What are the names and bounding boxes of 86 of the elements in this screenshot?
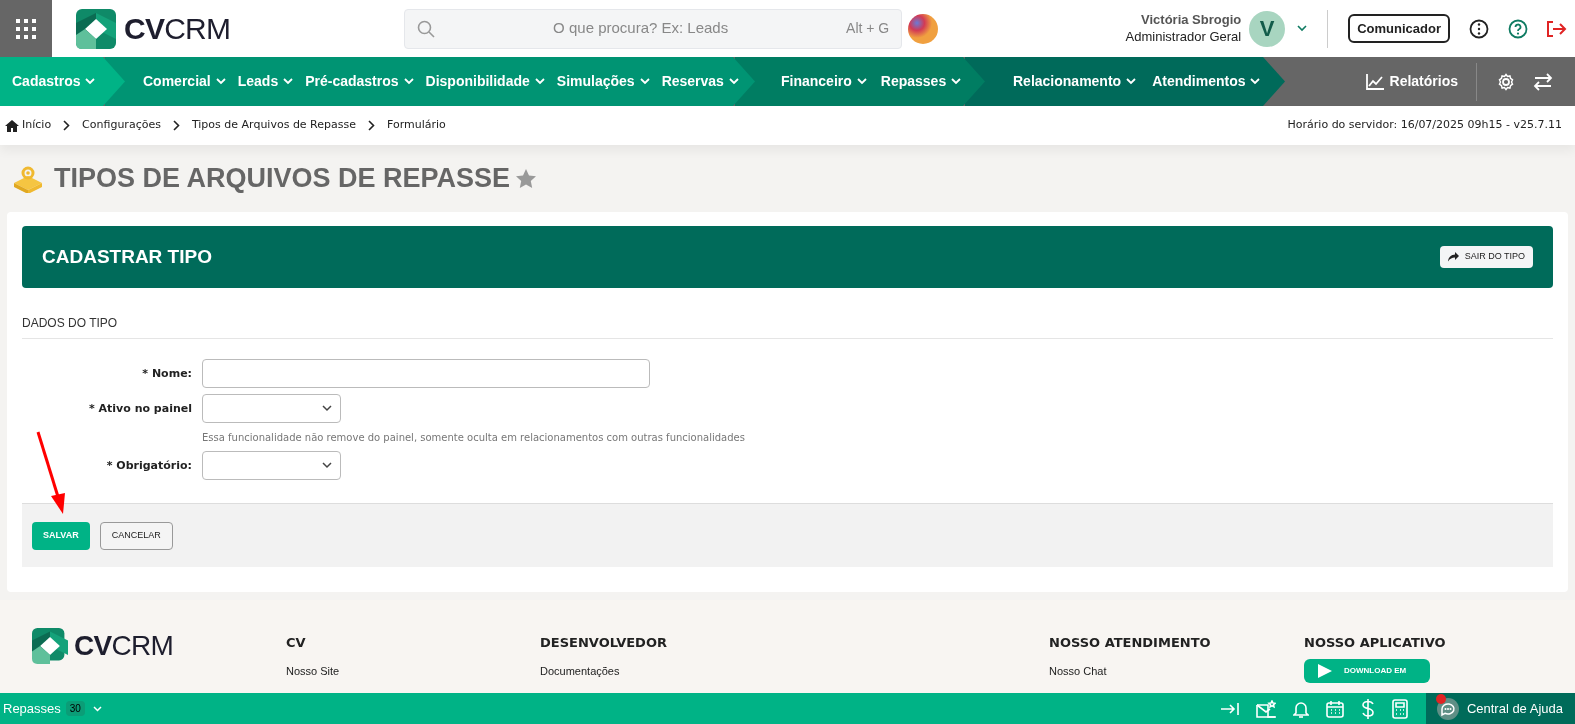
dollar-icon[interactable] [1360, 698, 1375, 719]
nav-menu-item[interactable]: Financeiro [781, 71, 867, 92]
communicator-button[interactable]: Comunicador [1348, 14, 1450, 43]
chevron-right-icon [172, 120, 180, 131]
settings-icon[interactable] [1497, 72, 1515, 91]
search-placeholder: O que procura? Ex: Leads [552, 18, 730, 39]
nav-menu-item[interactable]: Relacionamento [1013, 71, 1137, 92]
help-icon[interactable] [1508, 18, 1528, 39]
section-title: DADOS DO TIPO [22, 314, 1553, 339]
chevron-down-icon [403, 78, 414, 85]
nav-menu-item[interactable]: Comercial [143, 71, 226, 92]
input-field[interactable] [202, 359, 650, 388]
search-icon [417, 19, 436, 38]
help-center-button[interactable]: Central de Ajuda [1425, 693, 1575, 724]
chevron-down-icon [728, 78, 739, 85]
field-label: * Nome: [141, 366, 193, 382]
chevron-down-icon [215, 78, 226, 85]
info-icon[interactable] [1469, 18, 1489, 39]
play-triangle-icon [1318, 663, 1332, 678]
field-label: * Ativo no painel [87, 401, 193, 417]
page-title: TIPOS DE ARQUIVOS DE REPASSE [54, 162, 511, 196]
chevron-down-icon [639, 78, 650, 85]
collapse-arrow-icon[interactable] [1220, 701, 1239, 716]
select-field[interactable] [202, 451, 341, 480]
shortcut-hint: Alt + G [846, 19, 890, 38]
reports-button[interactable]: Relatórios [1365, 71, 1476, 92]
logo-text: CVCRM [124, 13, 231, 44]
user-avatar[interactable]: V [1249, 10, 1286, 47]
chevron-down-icon [85, 78, 96, 85]
footer-heading: CV [286, 634, 307, 652]
breadcrumb-link[interactable]: Configurações [82, 117, 161, 134]
swap-arrows-icon[interactable] [1533, 72, 1553, 91]
footer-heading: DESENVOLVEDOR [540, 634, 668, 652]
server-time: Horário do servidor: 16/07/2025 09h15 - v25.7.11 [1287, 117, 1563, 134]
footer-link[interactable]: Documentações [540, 662, 620, 679]
share-arrow-icon [1447, 252, 1459, 262]
search-field[interactable]: O que procura? Ex: Leads Alt + G [404, 8, 903, 49]
nav-menu-item[interactable]: Simulações [556, 71, 650, 92]
calculator-icon[interactable] [1391, 698, 1408, 719]
footer-link[interactable]: Nosso Chat [1049, 662, 1107, 679]
chevron-down-icon [534, 78, 545, 85]
nav-menu-item[interactable]: Atendimentos [1152, 71, 1261, 92]
logo-icon [76, 8, 116, 49]
chevron-down-icon [951, 78, 962, 85]
logo-text: CVCRM [74, 632, 174, 660]
user-name: Victória Sbrogio [1141, 12, 1242, 29]
apps-menu-button[interactable] [0, 0, 52, 57]
field-label: * Obrigatório: [105, 458, 193, 474]
chevron-down-icon [283, 78, 294, 85]
footer-heading: NOSSO ATENDIMENTO [1049, 634, 1212, 652]
nav-menu-item[interactable]: Pré-cadastros [305, 71, 414, 92]
chevron-down-icon [322, 462, 332, 469]
logo-icon [32, 628, 68, 664]
chevron-down-icon [856, 78, 867, 85]
gear-stack-icon [12, 164, 44, 193]
nav-menu-item[interactable]: Leads [237, 71, 294, 92]
home-icon [5, 119, 19, 132]
footer-heading: NOSSO APLICATIVO [1304, 634, 1447, 652]
breadcrumb-link[interactable]: Tipos de Arquivos de Repasse [191, 117, 356, 134]
chevron-down-icon [1126, 78, 1137, 85]
bell-icon[interactable] [1292, 699, 1309, 718]
calendar-icon[interactable] [1325, 699, 1344, 718]
colorful-orb-icon[interactable] [908, 13, 939, 44]
exit-button[interactable]: SAIR DO TIPO [1439, 246, 1533, 268]
breadcrumb-link[interactable]: Formulário [387, 117, 446, 134]
breadcrumb-link[interactable]: Início [22, 117, 52, 134]
cancel-button[interactable]: CANCELAR [99, 521, 173, 550]
user-role: Administrador Geral [1125, 28, 1242, 45]
chevron-down-icon[interactable] [1297, 25, 1308, 32]
chevron-down-icon [322, 405, 332, 412]
line-chart-icon [1365, 73, 1384, 90]
favorite-star-icon[interactable] [516, 169, 537, 188]
grid-icon [16, 18, 36, 39]
nav-menu-item[interactable]: Repasses [880, 71, 962, 92]
nav-menu-item[interactable]: Reservas [661, 71, 739, 92]
select-field[interactable] [202, 394, 341, 423]
help-text: Essa funcionalidade não remove do painel, somente oculta em relacionamentos com outras funcionalidades [202, 431, 745, 445]
mail-star-icon[interactable] [1255, 699, 1276, 718]
chevron-right-icon [368, 120, 375, 131]
nav-menu-item[interactable]: Disponibilidade [425, 71, 545, 92]
logout-icon[interactable] [1545, 18, 1567, 39]
count-badge: 30 [65, 701, 85, 716]
footer-link[interactable]: Nosso Site [286, 662, 340, 679]
chevron-down-icon [1250, 78, 1261, 85]
chevron-right-icon [63, 120, 71, 131]
form-title: CADASTRAR TIPO [42, 244, 212, 269]
